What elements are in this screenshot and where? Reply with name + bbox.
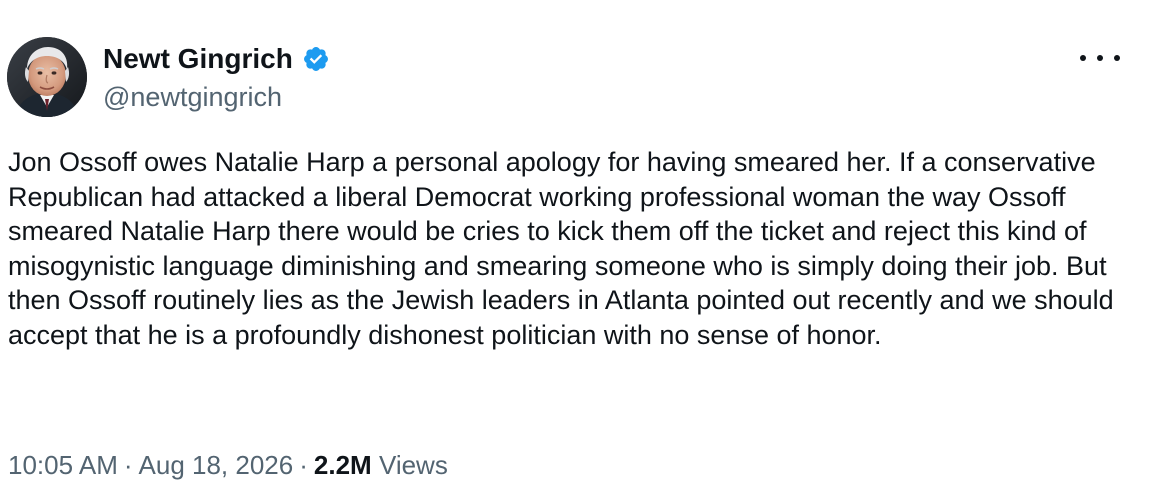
author-block: Newt Gingrich @newtgingrich [103, 40, 330, 113]
name-row: Newt Gingrich [103, 40, 330, 78]
dot [1097, 55, 1103, 61]
profile-photo [7, 37, 87, 117]
more-horizontal-icon[interactable] [1080, 48, 1120, 68]
views-count: 2.2M [313, 450, 372, 480]
tweet-date[interactable]: Aug 18, 2026 [139, 450, 294, 480]
tweet-time[interactable]: 10:05 AM [8, 450, 118, 480]
avatar[interactable] [7, 37, 87, 117]
tweet-card: Newt Gingrich @newtgingrich Jon Ossoff o… [0, 0, 1158, 495]
author-name[interactable]: Newt Gingrich [103, 43, 293, 75]
dot [1114, 55, 1120, 61]
verified-badge-icon[interactable] [302, 45, 330, 73]
views-label: Views [378, 450, 448, 480]
separator: · [123, 450, 133, 480]
tweet-meta: 10:05 AM · Aug 18, 2026 · 2.2M Views [8, 450, 448, 481]
tweet-text: Jon Ossoff owes Natalie Harp a personal … [8, 147, 1114, 350]
dot [1080, 55, 1086, 61]
separator: · [299, 450, 308, 480]
author-handle[interactable]: @newtgingrich [103, 82, 330, 113]
